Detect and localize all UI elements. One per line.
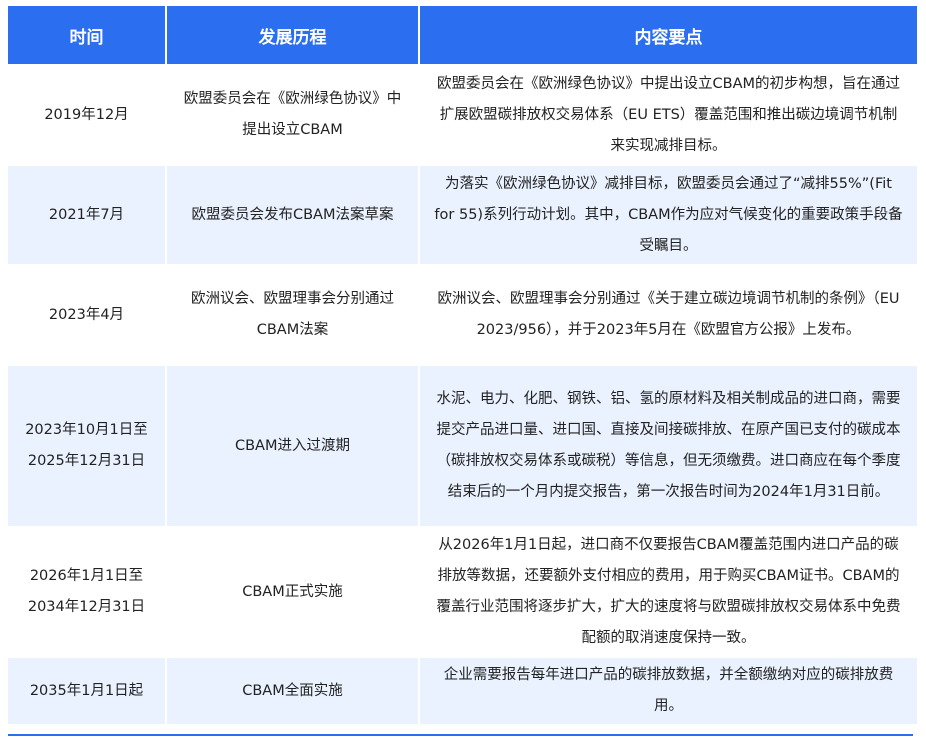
cell-time: 2021年7月 [8,166,165,264]
cell-history: 欧盟委员会发布CBAM法案草案 [167,166,418,264]
cbam-timeline-table: 时间 发展历程 内容要点 2019年12月 欧盟委员会在《欧洲绿色协议》中提出设… [6,4,919,726]
table-row: 2023年10月1日至2025年12月31日 CBAM进入过渡期 水泥、电力、化… [8,366,917,526]
cbam-timeline-table-container: 时间 发展历程 内容要点 2019年12月 欧盟委员会在《欧洲绿色协议》中提出设… [8,6,917,726]
cell-content: 水泥、电力、化肥、钢铁、铝、氢的原材料及相关制成品的进口商，需要提交产品进口量、… [420,366,917,526]
table-row: 2021年7月 欧盟委员会发布CBAM法案草案 为落实《欧洲绿色协议》减排目标，… [8,166,917,264]
header-history: 发展历程 [167,6,418,64]
cell-time: 2023年4月 [8,266,165,364]
table-bottom-border [8,734,913,736]
cell-time: 2023年10月1日至2025年12月31日 [8,366,165,526]
cell-history: 欧盟委员会在《欧洲绿色协议》中提出设立CBAM [167,66,418,164]
table-row: 2035年1月1日起 CBAM全面实施 企业需要报告每年进口产品的碳排放数据，并… [8,658,917,724]
cell-history: 欧洲议会、欧盟理事会分别通过CBAM法案 [167,266,418,364]
cell-content: 企业需要报告每年进口产品的碳排放数据，并全额缴纳对应的碳排放费用。 [420,658,917,724]
table-row: 2023年4月 欧洲议会、欧盟理事会分别通过CBAM法案 欧洲议会、欧盟理事会分… [8,266,917,364]
header-content: 内容要点 [420,6,917,64]
cell-content: 欧洲议会、欧盟理事会分别通过《关于建立碳边境调节机制的条例》（EU 2023/9… [420,266,917,364]
cell-time: 2035年1月1日起 [8,658,165,724]
cell-history: CBAM进入过渡期 [167,366,418,526]
header-time: 时间 [8,6,165,64]
cell-content: 为落实《欧洲绿色协议》减排目标，欧盟委员会通过了“减排55%”(Fit for … [420,166,917,264]
table-row: 2026年1月1日至2034年12月31日 CBAM正式实施 从2026年1月1… [8,528,917,656]
cell-history: CBAM全面实施 [167,658,418,724]
table-header-row: 时间 发展历程 内容要点 [8,6,917,64]
cell-content: 欧盟委员会在《欧洲绿色协议》中提出设立CBAM的初步构想，旨在通过扩展欧盟碳排放… [420,66,917,164]
cell-time: 2026年1月1日至2034年12月31日 [8,528,165,656]
table-row: 2019年12月 欧盟委员会在《欧洲绿色协议》中提出设立CBAM 欧盟委员会在《… [8,66,917,164]
cell-time: 2019年12月 [8,66,165,164]
cell-history: CBAM正式实施 [167,528,418,656]
cell-content: 从2026年1月1日起，进口商不仅要报告CBAM覆盖范围内进口产品的碳排放等数据… [420,528,917,656]
